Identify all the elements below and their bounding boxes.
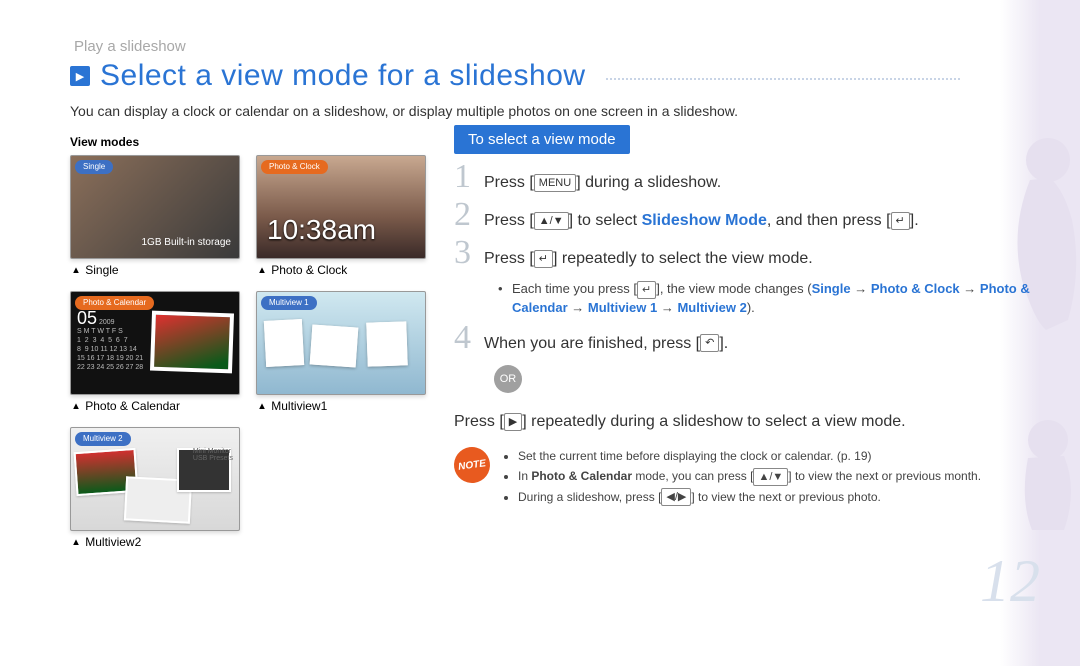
note-item: Set the current time before displaying t… [518,447,981,465]
thumb-multiview2: Multiview 2 Mini Monitor USB Presets [70,427,240,531]
step-number: 4 [454,327,484,349]
flower-photo [150,311,234,374]
note-block: NOTE Set the current time before display… [454,447,1080,509]
step-number: 3 [454,242,484,264]
storage-text: 1GB Built-in storage [134,227,240,258]
thumb-ribbon: Photo & Clock [261,160,328,174]
clock-text: 10:38am [267,214,376,246]
thumb-multiview1: Multiview 1 [256,291,426,395]
breadcrumb: Play a slideshow [70,38,1080,55]
thumb-photo-calendar: Photo & Calendar 05 2009 S M T W T F S 1… [70,291,240,395]
pin-photo [366,321,408,366]
updown-button-icon: ▲/▼ [753,468,788,486]
step-3-sub: Each time you press [↵], the view mode c… [494,280,1080,317]
note-item: During a slideshow, press [◀/▶] to view … [518,488,981,507]
step-4: 4 When you are finished, press [↶]. [454,327,1080,355]
caption-photo-clock: ▲ Photo & Clock [256,263,426,277]
page-title: Select a view mode for a slideshow [100,59,586,93]
note-icon: NOTE [452,444,493,485]
back-button-icon: ↶ [700,334,719,352]
enter-button-icon: ↵ [637,281,656,299]
thumb-ribbon: Multiview 1 [261,296,317,310]
caption-multiview2: ▲ Multiview2 [70,535,240,549]
pin-photo [310,324,359,367]
slideshow-mode-link: Slideshow Mode [642,212,767,229]
page-number: 12 [980,547,1040,616]
title-dots [606,78,960,80]
section-title: To select a view mode [454,125,630,154]
thumb-photo-clock: Photo & Clock 10:38am [256,155,426,259]
thumb-single: Single 1GB Built-in storage [70,155,240,259]
note-item: In Photo & Calendar mode, you can press … [518,467,981,486]
calendar-mock: 05 2009 S M T W T F S 1 2 3 4 5 6 7 8 9 … [77,314,143,372]
menu-button-icon: MENU [534,174,576,192]
step-2: 2 Press [▲/▼] to select Slideshow Mode, … [454,204,1080,232]
step-3: 3 Press [↵] repeatedly to select the vie… [454,242,1080,270]
step-number: 2 [454,204,484,226]
caption-single: ▲ Single [70,263,240,277]
intro-text: You can display a clock or calendar on a… [70,103,1080,119]
updown-button-icon: ▲/▼ [534,212,569,230]
enter-button-icon: ↵ [534,250,553,268]
or-badge: OR [494,365,522,393]
step-number: 1 [454,166,484,188]
viewmodes-label: View modes [70,135,430,149]
thumb-ribbon: Multiview 2 [75,432,131,446]
pin-photo [264,319,304,367]
step-1: 1 Press [MENU] during a slideshow. [454,166,1080,194]
side-text: Mini Monitor USB Presets [193,448,233,462]
caption-multiview1: ▲ Multiview1 [256,399,426,413]
thumb-ribbon: Single [75,160,113,174]
title-icon: ▶ [70,66,90,86]
caption-photo-calendar: ▲ Photo & Calendar [70,399,240,413]
or-step: Press [▶] repeatedly during a slideshow … [454,407,1080,431]
leftright-button-icon: ◀/▶ [661,488,691,506]
enter-button-icon: ↵ [891,212,910,230]
play-button-icon: ▶ [504,413,522,431]
